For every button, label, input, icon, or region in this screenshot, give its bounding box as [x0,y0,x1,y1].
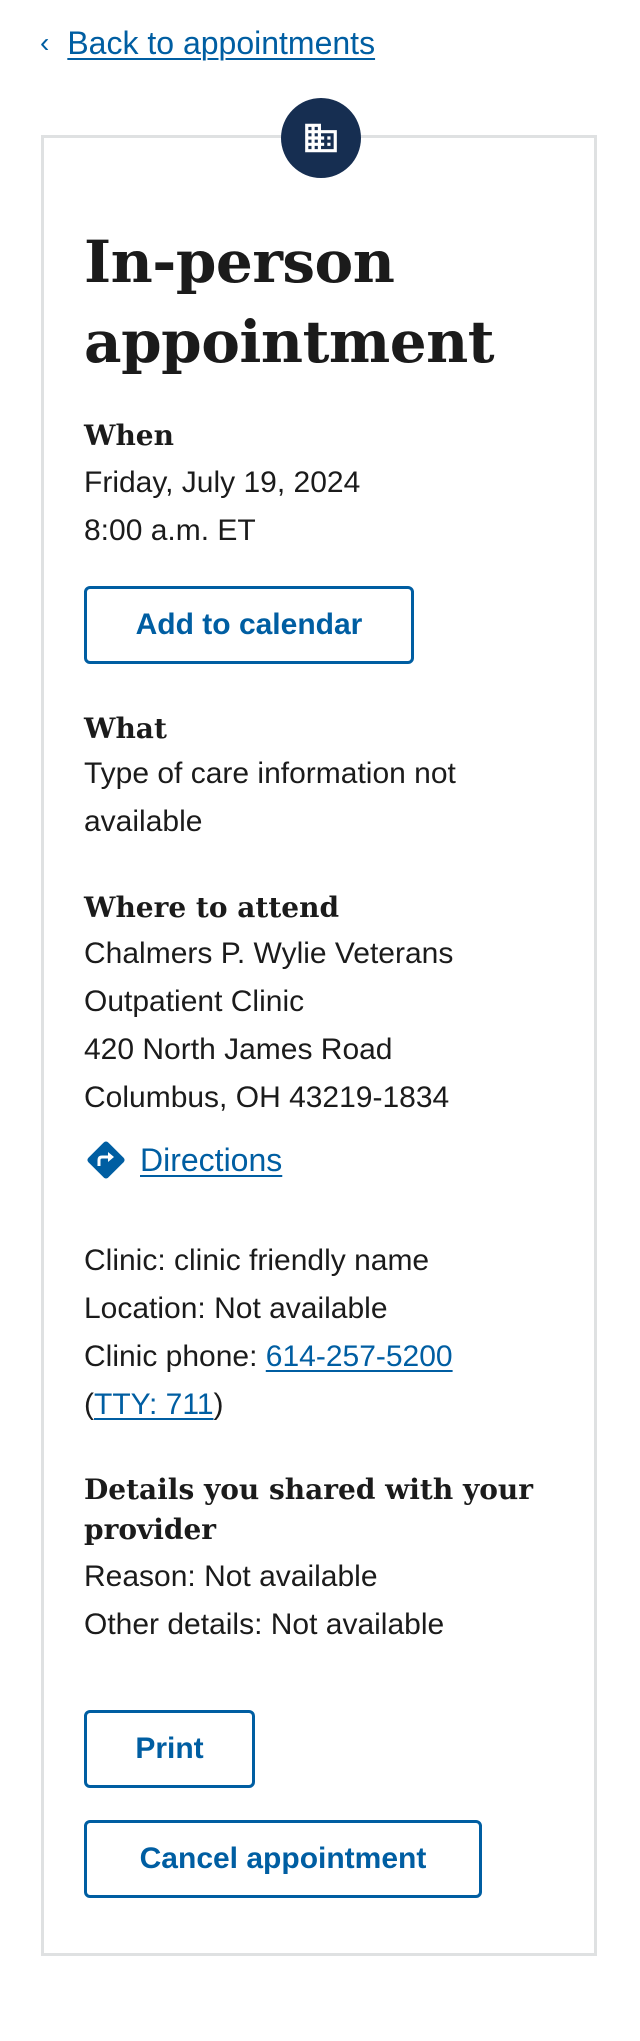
facility-name-line-2: Outpatient Clinic [84,985,305,1018]
cancel-appointment-button[interactable]: Cancel appointment [84,1820,482,1898]
back-to-appointments-link[interactable]: ‹ Back to appointments [40,22,375,64]
tty-link[interactable]: TTY: 711 [94,1388,214,1421]
directions-label[interactable]: Directions [140,1136,282,1184]
clinic-phone-link[interactable]: 614-257-5200 [266,1340,453,1373]
clinic-phone-row: Clinic phone: 614-257-5200 [84,1333,453,1381]
facility-city-state-zip: Columbus, OH 43219-1834 [84,1081,450,1114]
directions-icon [87,1141,125,1179]
details-reason: Reason: Not available [84,1560,378,1593]
appointment-date: Friday, July 19, 2024 [84,466,361,499]
when-heading: When [84,419,174,452]
add-to-calendar-button[interactable]: Add to calendar [84,586,414,664]
title-line-1: In-person [84,228,395,296]
where-heading: Where to attend [84,891,340,924]
clinic-phone-prefix: Clinic phone: [84,1340,266,1373]
clinic-name: Clinic: clinic friendly name [84,1244,430,1277]
facility-street: 420 North James Road [84,1033,393,1066]
details-heading: Details you shared with your provider [84,1470,533,1550]
details-heading-line-2: provider [84,1513,217,1546]
details-other: Other details: Not available [84,1608,445,1641]
title-line-2: appointment [84,308,495,376]
details-heading-line-1: Details you shared with your [84,1473,533,1506]
clinic-location: Location: Not available [84,1292,388,1325]
what-heading: What [84,712,167,745]
building-icon [281,98,361,178]
facility-name-line-1: Chalmers P. Wylie Veterans [84,937,454,970]
chevron-left-icon: ‹ [40,27,50,58]
back-link-label[interactable]: Back to appointments [67,22,375,64]
type-of-care-line-2: available [84,805,203,838]
tty-close-paren: ) [213,1388,224,1421]
appointment-time: 8:00 a.m. ET [84,514,256,547]
type-of-care-line-1: Type of care information not [84,757,456,790]
print-button[interactable]: Print [84,1710,255,1788]
directions-link[interactable]: Directions [84,1136,282,1184]
tty-open-paren: ( [84,1388,94,1421]
tty-row: (TTY: 711) [84,1381,224,1429]
page-title: In-person appointment [84,222,554,382]
